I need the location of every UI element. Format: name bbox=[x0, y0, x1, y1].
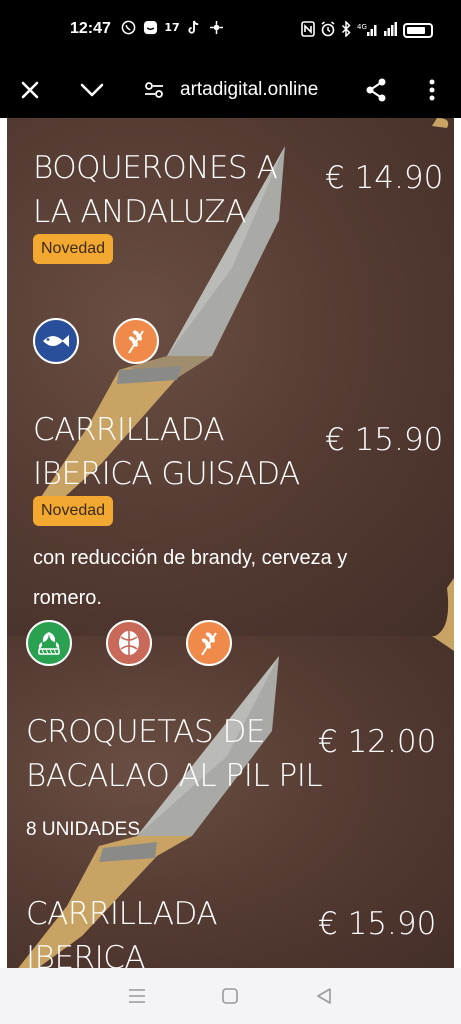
bluetooth-icon bbox=[341, 20, 352, 40]
new-badge: Novedad bbox=[33, 234, 114, 264]
browser-toolbar: artadigital.online bbox=[0, 62, 461, 118]
alarm-icon bbox=[320, 21, 336, 40]
menu-item-price: € 14.90 bbox=[325, 160, 444, 196]
app-icon bbox=[208, 20, 224, 36]
nuts-icon bbox=[106, 620, 152, 666]
messenger-icon bbox=[142, 20, 158, 36]
tune-icon bbox=[145, 82, 163, 98]
menu-item-name: BOQUERONES A LA ANDALUZA bbox=[33, 150, 278, 230]
system-icons: 4G bbox=[301, 20, 433, 40]
battery-icon bbox=[403, 23, 433, 38]
back-button[interactable] bbox=[309, 981, 339, 1011]
4g-signal-icon: 4G bbox=[357, 21, 379, 40]
svg-text:4G: 4G bbox=[357, 23, 367, 31]
notification-icons: 17 bbox=[120, 20, 224, 36]
system-navigation-bar bbox=[0, 968, 461, 1024]
status-bar: 12:47 17 4G bbox=[0, 0, 461, 62]
more-options-button[interactable] bbox=[410, 68, 454, 112]
url-text[interactable]: artadigital.online bbox=[180, 70, 350, 110]
tv-app-icon: 17 bbox=[164, 21, 180, 34]
more-vert-icon bbox=[429, 79, 435, 101]
menu-page: BOQUERONES A LA ANDALUZA € 14.90 Novedad… bbox=[0, 118, 461, 968]
recent-apps-button[interactable] bbox=[122, 981, 152, 1011]
site-settings-button[interactable] bbox=[132, 68, 176, 112]
gluten-icon bbox=[113, 318, 159, 364]
menu-item-name: CARRILLADA IBERICA GUISADA bbox=[33, 412, 300, 492]
menu-item-name: CARRILLADA IBERICA bbox=[26, 896, 218, 968]
allergen-icons bbox=[26, 620, 266, 666]
status-time: 12:47 bbox=[70, 20, 111, 37]
share-icon bbox=[366, 78, 386, 102]
signal-icon bbox=[384, 21, 398, 40]
close-icon bbox=[21, 81, 39, 99]
tiktok-icon bbox=[186, 20, 202, 36]
menu-item-name: CROQUETAS DE BACALAO AL PIL PIL bbox=[26, 714, 323, 794]
home-button[interactable] bbox=[215, 981, 245, 1011]
menu-item-description: 8 UNIDADES bbox=[26, 819, 141, 840]
back-icon bbox=[317, 988, 331, 1004]
gluten-icon bbox=[186, 620, 232, 666]
menu-icon bbox=[128, 989, 145, 1003]
home-icon bbox=[222, 988, 239, 1004]
menu-item-price: € 15.90 bbox=[325, 422, 444, 458]
minimize-button[interactable] bbox=[70, 68, 114, 112]
celery-icon bbox=[26, 620, 72, 666]
nfc-icon bbox=[301, 21, 315, 40]
menu-item-price: € 15.90 bbox=[318, 906, 437, 942]
allergen-icons bbox=[33, 318, 193, 364]
close-button[interactable] bbox=[8, 68, 52, 112]
menu-item-description: con reducción de brandy, cerveza y romer… bbox=[33, 547, 348, 609]
new-badge: Novedad bbox=[33, 496, 114, 526]
fish-icon bbox=[33, 318, 79, 364]
whatsapp-icon bbox=[120, 20, 136, 36]
chevron-down-icon bbox=[80, 83, 104, 97]
menu-item-price: € 12.00 bbox=[318, 724, 437, 760]
menu-section-background: BOQUERONES A LA ANDALUZA € 14.90 Novedad… bbox=[7, 118, 454, 636]
share-button[interactable] bbox=[354, 68, 398, 112]
